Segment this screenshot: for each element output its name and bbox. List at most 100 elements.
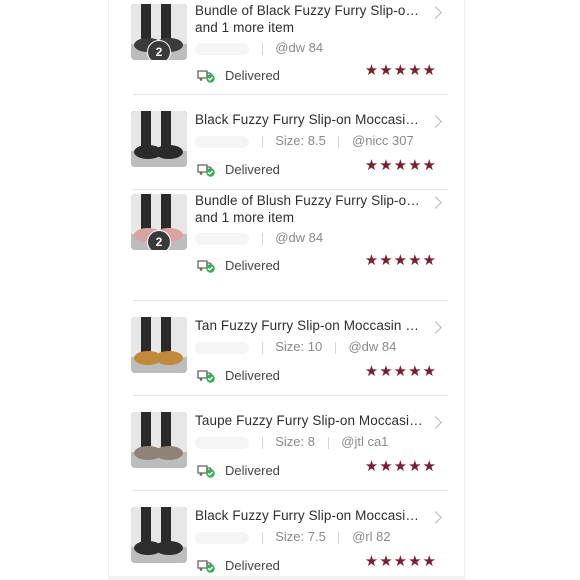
chevron-right-icon[interactable] (429, 511, 442, 524)
star-icon[interactable]: ★ (365, 364, 378, 379)
order-meta: Size: 10 @dw 84 (195, 339, 396, 354)
size-text: Size: 7.5 (275, 529, 326, 544)
order-row[interactable]: Black Fuzzy Furry Slip-on Moccasin... Si… (131, 491, 448, 580)
order-list-frame: 2 Bundle of Black Fuzzy Furry Slip-on...… (108, 0, 465, 580)
product-thumbnail[interactable] (131, 412, 187, 468)
rating-stars[interactable]: ★ ★ ★ ★ ★ (365, 459, 436, 474)
delivered-icon-graphic (197, 260, 215, 273)
meta-separator (338, 135, 340, 148)
product-thumbnail[interactable] (131, 507, 187, 563)
star-icon[interactable]: ★ (408, 459, 421, 474)
star-icon[interactable]: ★ (365, 253, 378, 268)
star-icon[interactable]: ★ (379, 459, 392, 474)
order-row[interactable]: Taupe Fuzzy Furry Slip-on Moccasin... Si… (131, 396, 448, 491)
star-icon[interactable]: ★ (423, 253, 436, 268)
rating-stars[interactable]: ★ ★ ★ ★ ★ (365, 554, 436, 569)
meta-blurred-field (195, 531, 249, 544)
star-icon[interactable]: ★ (423, 63, 436, 78)
star-icon[interactable]: ★ (379, 253, 392, 268)
star-icon[interactable]: ★ (365, 554, 378, 569)
star-icon[interactable]: ★ (423, 158, 436, 173)
order-meta: Size: 8 @jtl ca1 (195, 434, 388, 449)
size-text: Size: 8.5 (275, 133, 326, 148)
star-icon[interactable]: ★ (423, 554, 436, 569)
delivered-truck-check-icon (197, 161, 215, 177)
meta-separator (261, 135, 263, 148)
star-icon[interactable]: ★ (379, 63, 392, 78)
order-title-line2: and 1 more item (195, 20, 295, 35)
product-thumbnail[interactable]: 2 (131, 194, 187, 250)
rating-stars[interactable]: ★ ★ ★ ★ ★ (365, 253, 436, 268)
product-thumbnail[interactable]: 2 (131, 4, 187, 60)
star-icon[interactable]: ★ (379, 364, 392, 379)
star-icon[interactable]: ★ (394, 253, 407, 268)
rating-stars[interactable]: ★ ★ ★ ★ ★ (365, 158, 436, 173)
seller-handle[interactable]: @jtl ca1 (341, 434, 388, 449)
order-row[interactable]: Black Fuzzy Furry Slip-on Moccasin... Si… (131, 95, 448, 190)
rating-stars[interactable]: ★ ★ ★ ★ ★ (365, 63, 436, 78)
star-icon[interactable]: ★ (394, 554, 407, 569)
star-icon[interactable]: ★ (394, 158, 407, 173)
star-icon[interactable]: ★ (379, 158, 392, 173)
order-row[interactable]: 2 Bundle of Black Fuzzy Furry Slip-on...… (131, 0, 448, 95)
order-row[interactable]: Tan Fuzzy Furry Slip-on Moccasin Sli... … (131, 301, 448, 396)
seller-handle[interactable]: @dw 84 (275, 230, 323, 245)
order-meta: @dw 84 (195, 40, 323, 55)
delivered-icon-graphic (197, 560, 215, 573)
product-thumbnail[interactable] (131, 111, 187, 167)
order-title[interactable]: Bundle of Blush Fuzzy Furry Slip-on... a… (195, 192, 424, 226)
order-title-line1: Black Fuzzy Furry Slip-on Moccasin... (195, 112, 424, 127)
star-icon[interactable]: ★ (408, 253, 421, 268)
star-icon[interactable]: ★ (408, 63, 421, 78)
meta-separator (338, 531, 340, 544)
star-icon[interactable]: ★ (394, 364, 407, 379)
delivery-status: Delivered (197, 257, 280, 273)
order-title-line1: Taupe Fuzzy Furry Slip-on Moccasin... (195, 413, 424, 428)
star-icon[interactable]: ★ (408, 554, 421, 569)
order-title[interactable]: Taupe Fuzzy Furry Slip-on Moccasin... (195, 412, 424, 429)
star-icon[interactable]: ★ (394, 459, 407, 474)
order-row[interactable]: 2 Bundle of Blush Fuzzy Furry Slip-on...… (131, 190, 448, 301)
chevron-right-icon[interactable] (429, 416, 442, 429)
chevron-right-icon[interactable] (429, 196, 442, 209)
star-icon[interactable]: ★ (394, 63, 407, 78)
chevron-right-icon[interactable] (429, 115, 442, 128)
item-count-badge: 2 (147, 40, 171, 60)
order-meta: @dw 84 (195, 230, 323, 245)
star-icon[interactable]: ★ (365, 63, 378, 78)
star-icon[interactable]: ★ (379, 554, 392, 569)
order-title[interactable]: Bundle of Black Fuzzy Furry Slip-on... a… (195, 2, 424, 36)
order-title[interactable]: Black Fuzzy Furry Slip-on Moccasin... (195, 111, 424, 128)
meta-blurred-field (195, 42, 249, 55)
product-photo (131, 507, 187, 563)
status-text: Delivered (225, 67, 280, 83)
star-icon[interactable]: ★ (408, 364, 421, 379)
chevron-right-icon[interactable] (429, 6, 442, 19)
order-title[interactable]: Black Fuzzy Furry Slip-on Moccasin... (195, 507, 424, 524)
star-icon[interactable]: ★ (365, 459, 378, 474)
order-title-line1: Bundle of Blush Fuzzy Furry Slip-on... (195, 193, 424, 208)
delivered-icon-graphic (197, 164, 215, 177)
seller-handle[interactable]: @dw 84 (348, 339, 396, 354)
order-title-line2: and 1 more item (195, 210, 295, 225)
delivered-truck-check-icon (197, 67, 215, 83)
delivered-truck-check-icon (197, 462, 215, 478)
star-icon[interactable]: ★ (408, 158, 421, 173)
star-icon[interactable]: ★ (423, 459, 436, 474)
delivery-status: Delivered (197, 67, 280, 83)
star-icon[interactable]: ★ (365, 158, 378, 173)
star-icon[interactable]: ★ (423, 364, 436, 379)
seller-handle[interactable]: @dw 84 (275, 40, 323, 55)
order-title[interactable]: Tan Fuzzy Furry Slip-on Moccasin Sli... (195, 317, 424, 334)
seller-handle[interactable]: @rl 82 (352, 529, 391, 544)
product-thumbnail[interactable] (131, 317, 187, 373)
meta-blurred-field (195, 436, 249, 449)
seller-handle[interactable]: @nicc 307 (352, 133, 414, 148)
status-text: Delivered (225, 161, 280, 177)
rating-stars[interactable]: ★ ★ ★ ★ ★ (365, 364, 436, 379)
meta-blurred-field (195, 135, 249, 148)
size-text: Size: 10 (275, 339, 323, 354)
meta-separator (261, 341, 263, 354)
delivery-status: Delivered (197, 462, 280, 478)
chevron-right-icon[interactable] (429, 321, 442, 334)
